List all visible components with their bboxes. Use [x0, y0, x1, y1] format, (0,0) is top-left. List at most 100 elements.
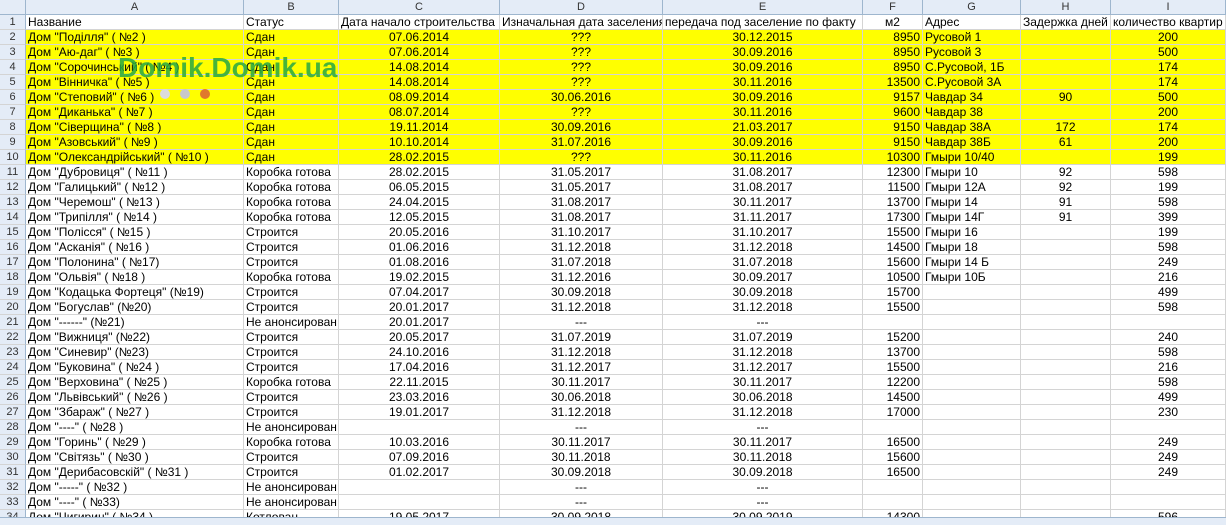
cell-status[interactable]: Строится	[244, 240, 339, 255]
cell-delay[interactable]	[1021, 285, 1111, 300]
cell-start-date[interactable]	[339, 495, 500, 510]
cell-status[interactable]: Строится	[244, 390, 339, 405]
cell-address[interactable]	[923, 345, 1021, 360]
cell-address[interactable]	[923, 300, 1021, 315]
cell-delay[interactable]	[1021, 420, 1111, 435]
cell-actual-date[interactable]: 30.09.2017	[663, 270, 863, 285]
cell-actual-date[interactable]: 30.09.2016	[663, 60, 863, 75]
cell-status[interactable]: Строится	[244, 360, 339, 375]
row-number[interactable]: 9	[0, 135, 26, 150]
cell-actual-date[interactable]: 30.11.2017	[663, 195, 863, 210]
cell-apartments[interactable]: 499	[1111, 390, 1226, 405]
cell-apartments[interactable]: 249	[1111, 465, 1226, 480]
cell-planned-date[interactable]: ???	[500, 75, 663, 90]
cell-apartments[interactable]: 200	[1111, 135, 1226, 150]
cell-start-date[interactable]: 19.11.2014	[339, 120, 500, 135]
row-number[interactable]: 33	[0, 495, 26, 510]
cell-name[interactable]: Дом "----" ( №28 )	[26, 420, 244, 435]
cell-status[interactable]: Строится	[244, 285, 339, 300]
cell-address[interactable]: Гмыри 14	[923, 195, 1021, 210]
cell-delay[interactable]	[1021, 495, 1111, 510]
row-number[interactable]: 13	[0, 195, 26, 210]
row-number[interactable]: 5	[0, 75, 26, 90]
cell-area[interactable]: 10300	[863, 150, 923, 165]
cell-apartments[interactable]	[1111, 315, 1226, 330]
cell-actual-date[interactable]: 30.09.2018	[663, 285, 863, 300]
cell-status[interactable]: Строится	[244, 405, 339, 420]
cell-start-date[interactable]: 07.09.2016	[339, 450, 500, 465]
row-number[interactable]: 7	[0, 105, 26, 120]
cell-area[interactable]: 15700	[863, 285, 923, 300]
cell-area[interactable]	[863, 480, 923, 495]
cell-actual-date[interactable]: 30.09.2016	[663, 135, 863, 150]
cell-name[interactable]: Дом "Диканька" ( №7 )	[26, 105, 244, 120]
row-number[interactable]: 1	[0, 15, 26, 30]
header-cell-address[interactable]: Адрес	[923, 15, 1021, 30]
cell-delay[interactable]	[1021, 30, 1111, 45]
cell-name[interactable]: Дом "Буковина" ( №24 )	[26, 360, 244, 375]
cell-apartments[interactable]: 598	[1111, 165, 1226, 180]
cell-area[interactable]: 16500	[863, 435, 923, 450]
cell-start-date[interactable]: 06.05.2015	[339, 180, 500, 195]
cell-delay[interactable]	[1021, 465, 1111, 480]
cell-actual-date[interactable]: 30.11.2016	[663, 105, 863, 120]
cell-area[interactable]: 14500	[863, 390, 923, 405]
cell-delay[interactable]: 172	[1021, 120, 1111, 135]
cell-address[interactable]: Гмыри 10Б	[923, 270, 1021, 285]
cell-planned-date[interactable]: 31.05.2017	[500, 180, 663, 195]
column-header-i[interactable]: I	[1111, 0, 1226, 15]
cell-area[interactable]: 8950	[863, 30, 923, 45]
cell-actual-date[interactable]: 30.09.2016	[663, 45, 863, 60]
cell-address[interactable]: Русовой 3	[923, 45, 1021, 60]
cell-apartments[interactable]: 174	[1111, 60, 1226, 75]
column-header-f[interactable]: F	[863, 0, 923, 15]
cell-delay[interactable]	[1021, 105, 1111, 120]
cell-start-date[interactable]: 28.02.2015	[339, 165, 500, 180]
cell-actual-date[interactable]: 30.06.2018	[663, 390, 863, 405]
cell-name[interactable]: Дом "Синевир" (№23)	[26, 345, 244, 360]
cell-name[interactable]: Дом "Дубровиця" ( №11 )	[26, 165, 244, 180]
cell-delay[interactable]	[1021, 240, 1111, 255]
cell-delay[interactable]	[1021, 480, 1111, 495]
cell-apartments[interactable]	[1111, 480, 1226, 495]
cell-start-date[interactable]: 24.10.2016	[339, 345, 500, 360]
cell-actual-date[interactable]: 31.10.2017	[663, 225, 863, 240]
cell-planned-date[interactable]: ???	[500, 45, 663, 60]
column-header-c[interactable]: C	[339, 0, 500, 15]
cell-name[interactable]: Дом "Світязь" ( №30 )	[26, 450, 244, 465]
cell-start-date[interactable]: 17.04.2016	[339, 360, 500, 375]
cell-planned-date[interactable]: ---	[500, 315, 663, 330]
cell-delay[interactable]	[1021, 315, 1111, 330]
cell-apartments[interactable]: 199	[1111, 180, 1226, 195]
cell-area[interactable]: 16500	[863, 465, 923, 480]
cell-apartments[interactable]: 598	[1111, 375, 1226, 390]
cell-start-date[interactable]: 24.04.2015	[339, 195, 500, 210]
header-cell-apartments[interactable]: количество квартир	[1111, 15, 1226, 30]
cell-delay[interactable]	[1021, 450, 1111, 465]
column-header-a[interactable]: A	[26, 0, 244, 15]
cell-delay[interactable]	[1021, 60, 1111, 75]
row-number[interactable]: 4	[0, 60, 26, 75]
cell-area[interactable]: 13700	[863, 345, 923, 360]
cell-area[interactable]: 9150	[863, 135, 923, 150]
cell-status[interactable]: Коробка готова	[244, 435, 339, 450]
header-cell-planned-date[interactable]: Изначальная дата заселения	[500, 15, 663, 30]
row-number[interactable]: 10	[0, 150, 26, 165]
cell-start-date[interactable]: 01.02.2017	[339, 465, 500, 480]
row-number[interactable]: 15	[0, 225, 26, 240]
cell-name[interactable]: Дом "-----" ( №32 )	[26, 480, 244, 495]
cell-planned-date[interactable]: 30.09.2018	[500, 465, 663, 480]
cell-start-date[interactable]: 12.05.2015	[339, 210, 500, 225]
cell-status[interactable]: Сдан	[244, 120, 339, 135]
cell-name[interactable]: Дом "Олександрійський" ( №10 )	[26, 150, 244, 165]
cell-planned-date[interactable]: 31.12.2018	[500, 345, 663, 360]
cell-actual-date[interactable]: 31.07.2019	[663, 330, 863, 345]
cell-status[interactable]: Коробка готова	[244, 195, 339, 210]
row-number[interactable]: 26	[0, 390, 26, 405]
cell-apartments[interactable]	[1111, 495, 1226, 510]
column-header-h[interactable]: H	[1021, 0, 1111, 15]
cell-planned-date[interactable]: 30.06.2018	[500, 390, 663, 405]
cell-delay[interactable]: 91	[1021, 195, 1111, 210]
cell-delay[interactable]: 90	[1021, 90, 1111, 105]
cell-status[interactable]: Сдан	[244, 135, 339, 150]
